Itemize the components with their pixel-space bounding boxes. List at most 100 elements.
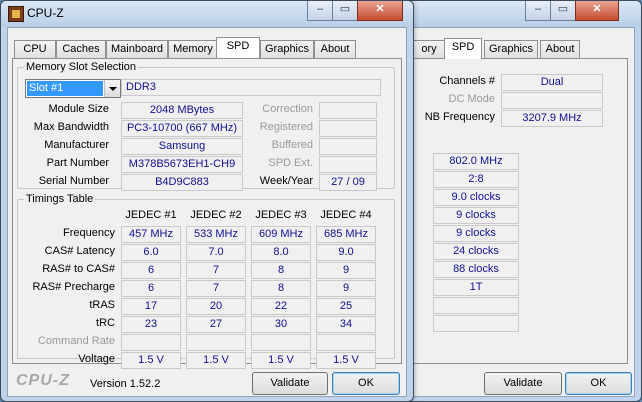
timing-cell: 457 MHz	[121, 226, 181, 243]
timing-cell: 1.5 V	[121, 352, 181, 369]
close-button[interactable]: ✕	[575, 1, 619, 21]
title-bar[interactable]: – ▭ ✕	[405, 1, 641, 27]
timing-row-label: Voltage	[78, 353, 115, 365]
buffered-label: Buffered	[271, 139, 313, 151]
bank-cycle-time-value: 88 clocks	[433, 261, 519, 278]
tab-memory[interactable]: Memory	[168, 40, 218, 58]
client-area: ory SPD Graphics About Channels # Dual D…	[411, 27, 635, 397]
jedec-2-header: JEDEC #2	[190, 209, 242, 221]
part-number-label: Part Number	[46, 157, 109, 169]
tab-about[interactable]: About	[540, 40, 580, 58]
timing-cell: 8.0	[251, 244, 311, 261]
timing-cell: 9	[316, 280, 376, 297]
correction-value	[319, 102, 377, 119]
maximize-button[interactable]: ▭	[332, 1, 358, 21]
memory-slot-group-label: Memory Slot Selection	[24, 61, 139, 73]
nb-frequency-value: 3207.9 MHz	[501, 110, 603, 127]
max-bandwidth-value: PC3-10700 (667 MHz)	[121, 120, 243, 137]
chevron-down-icon[interactable]	[104, 80, 120, 97]
cpuz-window-back: – ▭ ✕ ory SPD Graphics About Channels # …	[404, 0, 642, 402]
timing-cell: 8	[251, 262, 311, 279]
channels-label: Channels #	[439, 75, 495, 87]
memory-type-value: DDR3	[121, 79, 381, 96]
timing-row-label: tRAS	[89, 299, 115, 311]
validate-button[interactable]: Validate	[252, 372, 328, 395]
timing-cell: 7.0	[186, 244, 246, 261]
tab-memory[interactable]: ory	[412, 40, 446, 58]
timing-row-label: Frequency	[63, 227, 115, 239]
timing-cell: 34	[316, 316, 376, 333]
title-bar[interactable]: CPU-Z – ▭ ✕	[1, 1, 413, 27]
timing-cell: 8	[251, 280, 311, 297]
timing-cell	[316, 334, 376, 351]
dram-frequency-value: 802.0 MHz	[433, 153, 519, 170]
tab-spd[interactable]: SPD	[216, 37, 260, 58]
ras-to-cas-value: 9 clocks	[433, 207, 519, 224]
timing-row-label: CAS# Latency	[44, 245, 115, 257]
spd-ext-label: SPD Ext.	[268, 157, 313, 169]
nb-frequency-label: NB Frequency	[424, 111, 495, 123]
timing-cell	[251, 334, 311, 351]
jedec-4-header: JEDEC #4	[320, 209, 372, 221]
window-title: CPU-Z	[27, 6, 64, 20]
ras-precharge-value: 9 clocks	[433, 225, 519, 242]
cpuz-logo-icon	[8, 6, 24, 22]
timing-cell: 685 MHz	[316, 226, 376, 243]
timing-row-label: RAS# to CAS#	[42, 263, 115, 275]
dram-idle-timer-value	[433, 297, 519, 314]
validate-button[interactable]: Validate	[484, 372, 562, 395]
minimize-button[interactable]: –	[525, 1, 551, 21]
tab-about[interactable]: About	[314, 40, 356, 58]
minimize-button[interactable]: –	[307, 1, 333, 21]
maximize-button[interactable]: ▭	[550, 1, 576, 21]
cpuz-window: CPU-Z – ▭ ✕ CPU Caches Mainboard Memory …	[0, 0, 414, 402]
version-label: Version 1.52.2	[90, 378, 161, 390]
timing-cell: 1.5 V	[251, 352, 311, 369]
max-bandwidth-label: Max Bandwidth	[33, 121, 109, 133]
timing-cell: 6	[121, 262, 181, 279]
tab-mainboard[interactable]: Mainboard	[106, 40, 168, 58]
timing-row-label: Command Rate	[37, 335, 115, 347]
timing-cell: 1.5 V	[186, 352, 246, 369]
tab-cpu[interactable]: CPU	[14, 40, 56, 58]
tab-spd[interactable]: SPD	[444, 38, 482, 59]
timing-cell	[121, 334, 181, 351]
timing-cell: 1.5 V	[316, 352, 376, 369]
timings-group-label: Timings Table	[24, 193, 96, 205]
slot-select-value: Slot #1	[27, 81, 103, 96]
timing-cell: 25	[316, 298, 376, 315]
channels-value: Dual	[501, 74, 603, 91]
timing-cell: 6.0	[121, 244, 181, 261]
timing-cell: 609 MHz	[251, 226, 311, 243]
timing-row-label: tRC	[96, 317, 115, 329]
timing-cell: 9	[316, 262, 376, 279]
timing-cell: 23	[121, 316, 181, 333]
close-button[interactable]: ✕	[357, 1, 403, 21]
jedec-1-header: JEDEC #1	[125, 209, 177, 221]
registered-label: Registered	[259, 121, 313, 133]
manufacturer-label: Manufacturer	[44, 139, 109, 151]
total-cas-value	[433, 315, 519, 332]
timing-cell: 22	[251, 298, 311, 315]
manufacturer-value: Samsung	[121, 138, 243, 155]
week-year-value: 27 / 09	[319, 174, 377, 191]
memory-panel: Channels # Dual DC Mode NB Frequency 320…	[412, 58, 628, 364]
ok-button[interactable]: OK	[565, 372, 632, 395]
tab-graphics[interactable]: Graphics	[260, 40, 314, 58]
tab-graphics[interactable]: Graphics	[484, 40, 538, 58]
slot-select[interactable]: Slot #1	[25, 79, 121, 98]
command-rate-value: 1T	[433, 279, 519, 296]
registered-value	[319, 120, 377, 137]
module-size-label: Module Size	[48, 103, 109, 115]
timing-cell: 533 MHz	[186, 226, 246, 243]
cas-latency-value: 9.0 clocks	[433, 189, 519, 206]
correction-label: Correction	[262, 103, 313, 115]
timing-cell: 6	[121, 280, 181, 297]
ok-button[interactable]: OK	[332, 372, 400, 395]
timing-cell: 20	[186, 298, 246, 315]
client-area: CPU Caches Mainboard Memory SPD Graphics…	[7, 27, 407, 397]
spd-ext-value	[319, 156, 377, 173]
tab-caches[interactable]: Caches	[56, 40, 106, 58]
timing-cell: 27	[186, 316, 246, 333]
timing-cell: 30	[251, 316, 311, 333]
